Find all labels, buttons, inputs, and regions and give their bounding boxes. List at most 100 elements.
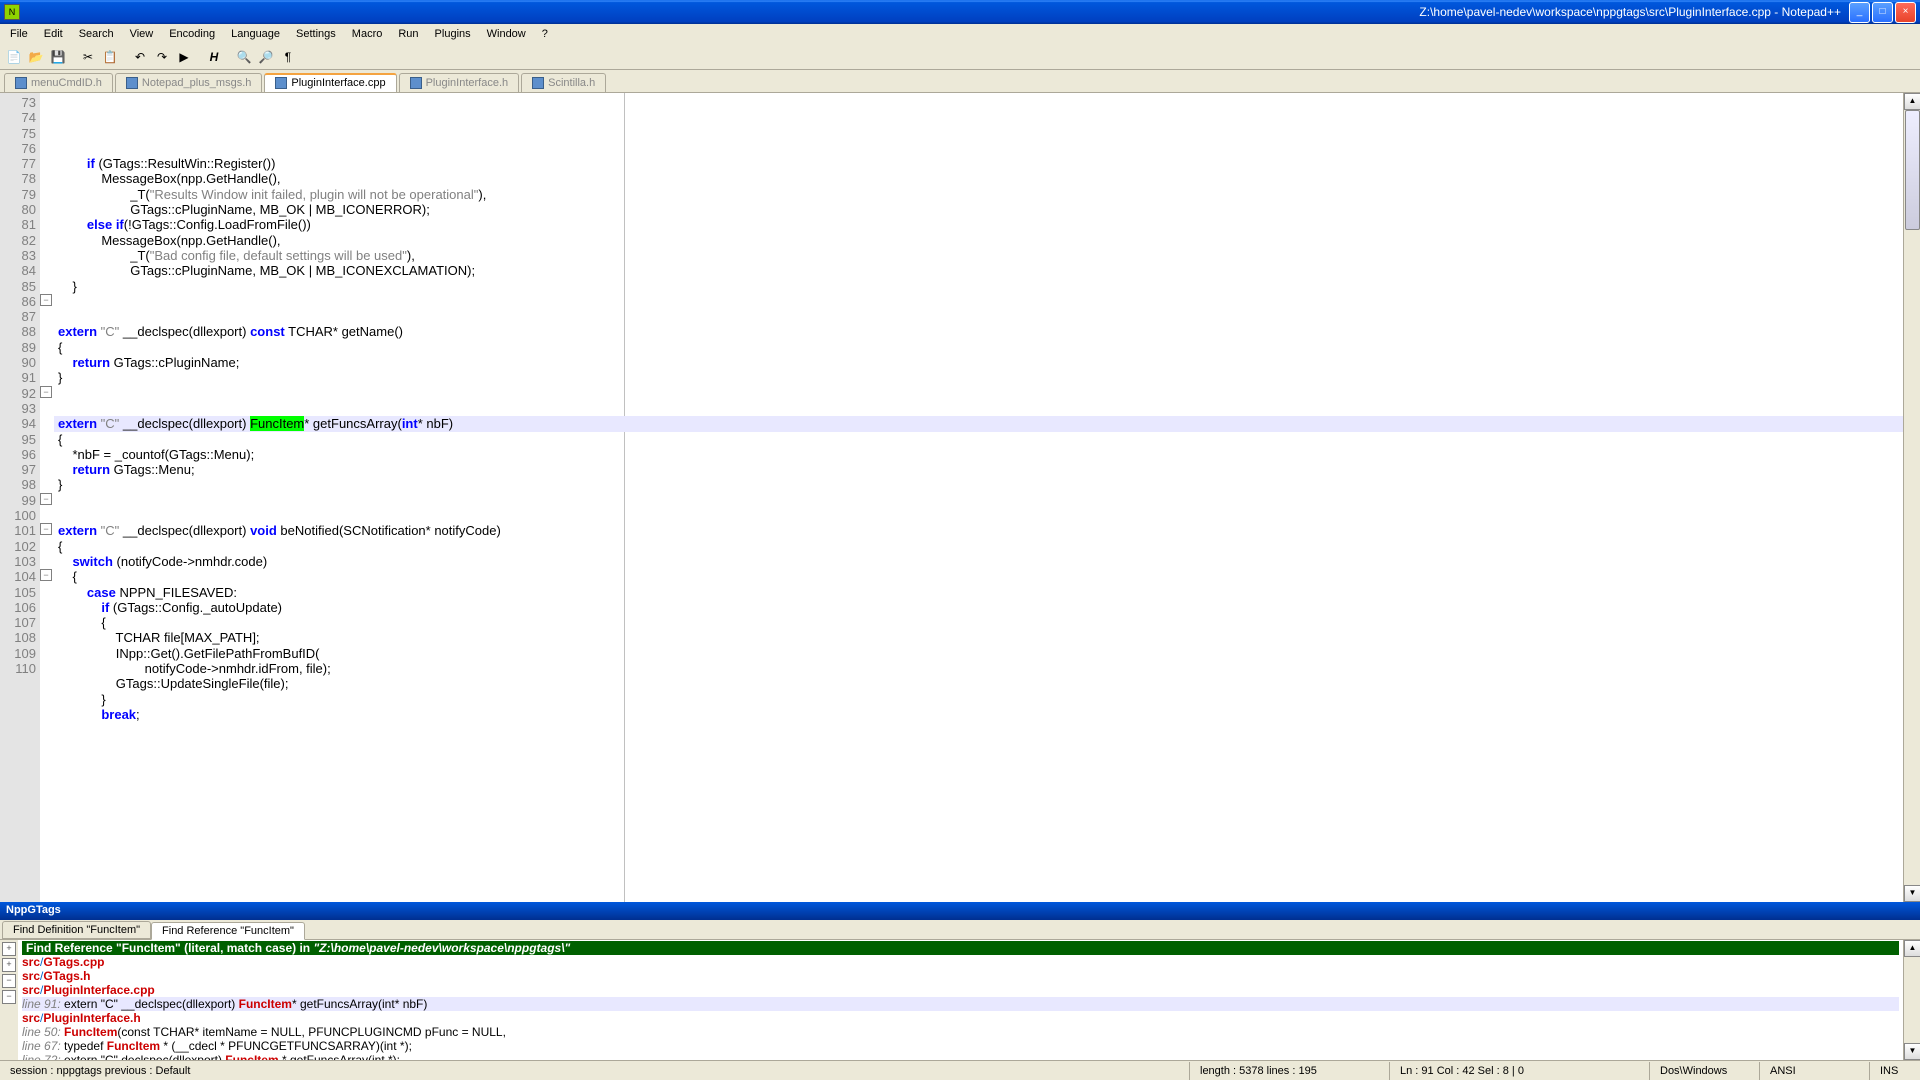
code-line-107[interactable]: notifyCode->nmhdr.idFrom, file);	[54, 661, 1903, 676]
code-line-101[interactable]: {	[54, 569, 1903, 584]
result-file[interactable]: src/GTags.cpp	[22, 955, 1899, 969]
code-line-102[interactable]: case NPPN_FILESAVED:	[54, 585, 1903, 600]
menu-run[interactable]: Run	[390, 26, 426, 42]
menu-macro[interactable]: Macro	[344, 26, 391, 42]
toggle-h-button[interactable]: H	[204, 47, 224, 67]
tab-Notepad_plus_msgs-h[interactable]: Notepad_plus_msgs.h	[115, 73, 262, 92]
code-line-99[interactable]: {	[54, 539, 1903, 554]
result-file[interactable]: src/GTags.h	[22, 969, 1899, 983]
code-line-90[interactable]	[54, 401, 1903, 416]
code-line-92[interactable]: {	[54, 432, 1903, 447]
code-line-94[interactable]: return GTags::Menu;	[54, 462, 1903, 477]
maximize-button[interactable]: □	[1872, 2, 1893, 23]
code-line-96[interactable]	[54, 493, 1903, 508]
code-line-84[interactable]	[54, 309, 1903, 324]
results-scroll-up[interactable]: ▲	[1904, 940, 1920, 957]
tree-toggle[interactable]: −	[2, 990, 16, 1004]
result-file[interactable]: src/PluginInterface.h	[22, 1011, 1899, 1025]
code-line-79[interactable]: MessageBox(npp.GetHandle(),	[54, 233, 1903, 248]
tree-toggle[interactable]: +	[2, 958, 16, 972]
vertical-scrollbar[interactable]: ▲ ▼	[1903, 93, 1920, 902]
status-session: session : nppgtags previous : Default	[0, 1062, 1190, 1080]
code-line-97[interactable]	[54, 508, 1903, 523]
result-hit[interactable]: line 67: typedef FuncItem * (__cdecl * P…	[22, 1039, 1899, 1053]
menu-language[interactable]: Language	[223, 26, 288, 42]
code-line-87[interactable]: return GTags::cPluginName;	[54, 355, 1903, 370]
scroll-up-button[interactable]: ▲	[1904, 93, 1920, 110]
results-panel: + + − − Find Reference "FuncItem" (literal,…	[0, 940, 1920, 1060]
code-line-81[interactable]: GTags::cPluginName, MB_OK | MB_ICONEXCLA…	[54, 263, 1903, 278]
scroll-thumb[interactable]	[1905, 110, 1920, 230]
code-line-80[interactable]: _T("Bad config file, default settings wi…	[54, 248, 1903, 263]
code-line-105[interactable]: TCHAR file[MAX_PATH];	[54, 630, 1903, 645]
menu-settings[interactable]: Settings	[288, 26, 344, 42]
tab-Scintilla-h[interactable]: Scintilla.h	[521, 73, 606, 92]
code-line-88[interactable]: }	[54, 370, 1903, 385]
code-line-78[interactable]: else if(!GTags::Config.LoadFromFile())	[54, 217, 1903, 232]
result-file[interactable]: src/PluginInterface.cpp	[22, 983, 1899, 997]
fold-toggle[interactable]: −	[40, 569, 52, 581]
code-line-86[interactable]: {	[54, 340, 1903, 355]
close-button[interactable]: ×	[1895, 2, 1916, 23]
zoom-in-button[interactable]: 🔍	[234, 47, 254, 67]
menu-search[interactable]: Search	[71, 26, 122, 42]
result-hit[interactable]: line 50: FuncItem(const TCHAR* itemName …	[22, 1025, 1899, 1039]
cut-button[interactable]: ✂	[78, 47, 98, 67]
macro-button[interactable]: ▶	[174, 47, 194, 67]
code-line-100[interactable]: switch (notifyCode->nmhdr.code)	[54, 554, 1903, 569]
menu-view[interactable]: View	[122, 26, 162, 42]
menu-plugins[interactable]: Plugins	[427, 26, 479, 42]
new-file-button[interactable]: 📄	[4, 47, 24, 67]
menu-encoding[interactable]: Encoding	[161, 26, 223, 42]
code-line-74[interactable]: if (GTags::ResultWin::Register())	[54, 156, 1903, 171]
code-line-83[interactable]	[54, 294, 1903, 309]
zoom-out-button[interactable]: 🔎	[256, 47, 276, 67]
code-line-77[interactable]: GTags::cPluginName, MB_OK | MB_ICONERROR…	[54, 202, 1903, 217]
tree-toggle[interactable]: +	[2, 942, 16, 956]
show-all-button[interactable]: ¶	[278, 47, 298, 67]
scroll-down-button[interactable]: ▼	[1904, 885, 1920, 902]
fold-toggle[interactable]: −	[40, 294, 52, 306]
results-scrollbar[interactable]: ▲ ▼	[1903, 940, 1920, 1060]
result-hit[interactable]: line 91: extern "C" __declspec(dllexport…	[22, 997, 1899, 1011]
results-content[interactable]: Find Reference "FuncItem" (literal, matc…	[18, 940, 1903, 1060]
menu-help[interactable]: ?	[534, 26, 556, 42]
results-tab-0[interactable]: Find Definition "FuncItem"	[2, 921, 151, 939]
result-hit[interactable]: line 72: extern "C" declspec(dllexport) …	[22, 1053, 1899, 1060]
copy-button[interactable]: 📋	[100, 47, 120, 67]
results-scroll-down[interactable]: ▼	[1904, 1043, 1920, 1060]
code-line-89[interactable]	[54, 386, 1903, 401]
code-line-98[interactable]: extern "C" __declspec(dllexport) void be…	[54, 523, 1903, 538]
code-line-109[interactable]: }	[54, 692, 1903, 707]
fold-toggle[interactable]: −	[40, 493, 52, 505]
tab-PluginInterface-h[interactable]: PluginInterface.h	[399, 73, 520, 92]
code-line-76[interactable]: _T("Results Window init failed, plugin w…	[54, 187, 1903, 202]
undo-button[interactable]: ↶	[130, 47, 150, 67]
fold-toggle[interactable]: −	[40, 523, 52, 535]
save-button[interactable]: 💾	[48, 47, 68, 67]
code-line-73[interactable]	[54, 141, 1903, 156]
results-tab-1[interactable]: Find Reference "FuncItem"	[151, 922, 305, 940]
fold-toggle[interactable]: −	[40, 386, 52, 398]
open-file-button[interactable]: 📂	[26, 47, 46, 67]
code-line-103[interactable]: if (GTags::Config._autoUpdate)	[54, 600, 1903, 615]
tab-menuCmdID-h[interactable]: menuCmdID.h	[4, 73, 113, 92]
code-text[interactable]: if (GTags::ResultWin::Register()) Messag…	[54, 93, 1903, 902]
code-line-104[interactable]: {	[54, 615, 1903, 630]
code-line-110[interactable]: break;	[54, 707, 1903, 722]
code-line-91[interactable]: extern "C" __declspec(dllexport) FuncIte…	[54, 416, 1903, 431]
menu-file[interactable]: File	[2, 26, 36, 42]
code-line-93[interactable]: *nbF = _countof(GTags::Menu);	[54, 447, 1903, 462]
code-line-75[interactable]: MessageBox(npp.GetHandle(),	[54, 171, 1903, 186]
code-line-95[interactable]: }	[54, 477, 1903, 492]
code-line-108[interactable]: GTags::UpdateSingleFile(file);	[54, 676, 1903, 691]
code-line-106[interactable]: INpp::Get().GetFilePathFromBufID(	[54, 646, 1903, 661]
minimize-button[interactable]: _	[1849, 2, 1870, 23]
menu-edit[interactable]: Edit	[36, 26, 71, 42]
menu-window[interactable]: Window	[479, 26, 534, 42]
code-line-82[interactable]: }	[54, 279, 1903, 294]
redo-button[interactable]: ↷	[152, 47, 172, 67]
tree-toggle[interactable]: −	[2, 974, 16, 988]
tab-PluginInterface-cpp[interactable]: PluginInterface.cpp	[264, 73, 396, 92]
code-line-85[interactable]: extern "C" __declspec(dllexport) const T…	[54, 324, 1903, 339]
